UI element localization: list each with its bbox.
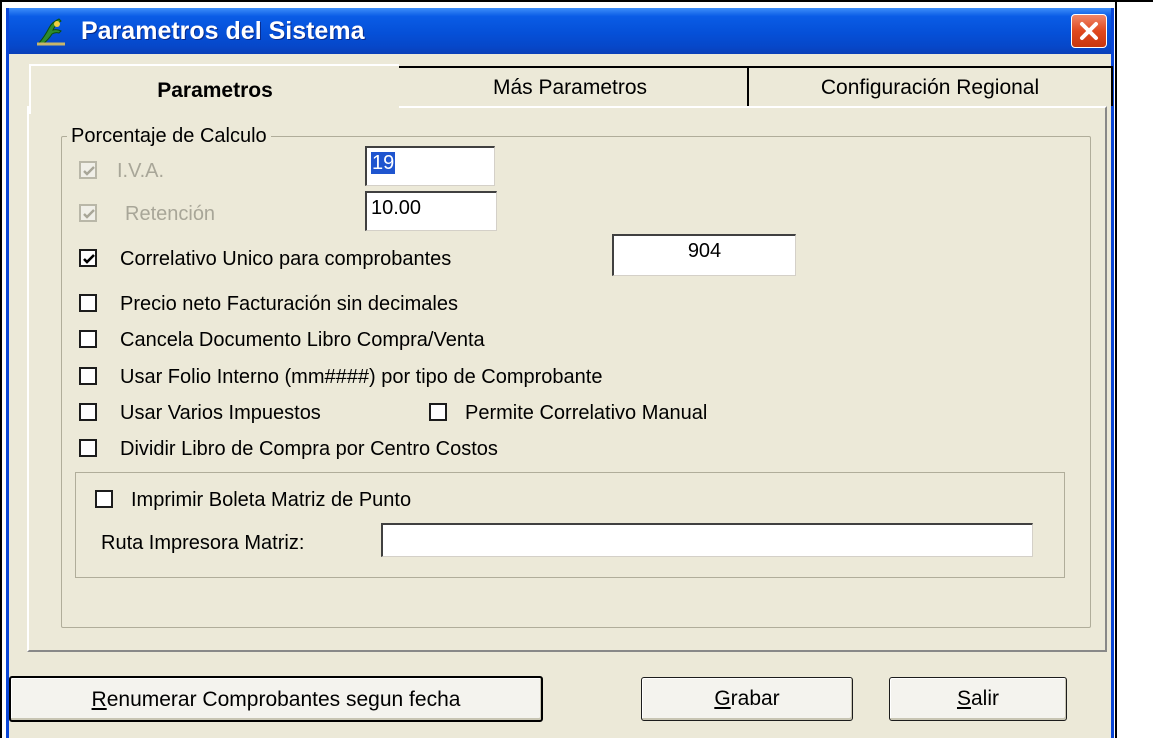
grabar-label: rabar	[730, 687, 780, 710]
correlativo-label: Correlativo Unico para comprobantes	[120, 248, 452, 270]
precio-neto-checkbox-row[interactable]: Precio neto Facturación sin decimales	[79, 291, 619, 317]
correlativo-checkbox-row[interactable]: Correlativo Unico para comprobantes	[79, 246, 599, 272]
close-button[interactable]	[1071, 14, 1107, 48]
dividir-libro-label: Dividir Libro de Compra por Centro Costo…	[120, 438, 498, 460]
retencion-checkbox[interactable]	[79, 204, 97, 222]
correlativo-value: 904	[687, 240, 722, 262]
cancela-documento-checkbox-row[interactable]: Cancela Documento Libro Compra/Venta	[79, 327, 639, 353]
correlativo-field[interactable]: 904	[612, 234, 796, 276]
salir-label: alir	[971, 687, 1000, 710]
retencion-field[interactable]: 10.00	[365, 191, 497, 231]
tab-label: Más Parametros	[492, 76, 648, 99]
precio-neto-label: Precio neto Facturación sin decimales	[120, 293, 458, 315]
varios-impuestos-checkbox-row[interactable]: Usar Varios Impuestos	[79, 400, 419, 426]
retencion-value: 10.00	[371, 197, 422, 219]
iva-label: I.V.A.	[117, 160, 165, 182]
retencion-label: Retención	[125, 203, 216, 225]
salir-button[interactable]: Salir	[889, 677, 1067, 721]
folio-interno-label: Usar Folio Interno (mm####) por tipo de …	[120, 366, 603, 388]
dividir-libro-checkbox-row[interactable]: Dividir Libro de Compra por Centro Costo…	[79, 436, 659, 462]
divider-line	[1115, 0, 1117, 738]
tab-configuracion-regional[interactable]: Configuración Regional	[747, 66, 1113, 106]
dividir-libro-checkbox[interactable]	[79, 439, 97, 457]
correlativo-manual-checkbox[interactable]	[429, 403, 447, 421]
renumerar-label: enumerar Comprobantes segun fecha	[106, 688, 461, 711]
cancela-documento-label: Cancela Documento Libro Compra/Venta	[120, 329, 485, 351]
tree-icon	[35, 16, 67, 46]
window-title: Parametros del Sistema	[81, 17, 365, 45]
iva-field[interactable]: 19	[365, 146, 495, 186]
check-icon	[83, 166, 95, 176]
folio-interno-checkbox[interactable]	[79, 367, 97, 385]
tab-label: Configuración Regional	[820, 76, 1040, 99]
correlativo-manual-checkbox-row[interactable]: Permite Correlativo Manual	[429, 400, 809, 426]
correlativo-checkbox[interactable]	[79, 249, 97, 267]
tab-label: Parametros	[157, 79, 273, 102]
iva-checkbox[interactable]	[79, 161, 97, 179]
folio-interno-checkbox-row[interactable]: Usar Folio Interno (mm####) por tipo de …	[79, 364, 799, 390]
imprimir-boleta-checkbox-row[interactable]: Imprimir Boleta Matriz de Punto	[95, 487, 555, 513]
renumerar-button[interactable]: Renumerar Comprobantes segun fecha	[9, 676, 543, 722]
dialog-window: Parametros del Sistema Más Parametros Co…	[6, 8, 1114, 738]
tab-parametros[interactable]: Parametros	[29, 64, 399, 114]
groupbox-legend: Porcentaje de Calculo	[67, 125, 271, 148]
title-bar[interactable]: Parametros del Sistema	[9, 8, 1111, 54]
check-icon	[83, 254, 95, 264]
renumerar-mnemonic: R	[91, 688, 107, 711]
iva-checkbox-row[interactable]: I.V.A.	[79, 158, 279, 184]
ruta-impresora-label: Ruta Impresora Matriz:	[101, 532, 305, 554]
imprimir-boleta-label: Imprimir Boleta Matriz de Punto	[131, 489, 412, 511]
check-icon	[83, 209, 95, 219]
close-icon	[1080, 22, 1098, 40]
imprimir-boleta-checkbox[interactable]	[95, 490, 113, 508]
grabar-mnemonic: G	[714, 687, 731, 710]
grabar-button[interactable]: Grabar	[641, 677, 853, 721]
correlativo-manual-label: Permite Correlativo Manual	[465, 402, 708, 424]
iva-value: 19	[371, 152, 396, 174]
salir-mnemonic: S	[956, 687, 971, 710]
precio-neto-checkbox[interactable]	[79, 294, 97, 312]
cancela-documento-checkbox[interactable]	[79, 330, 97, 348]
tab-mas-parametros[interactable]: Más Parametros	[389, 66, 751, 106]
varios-impuestos-checkbox[interactable]	[79, 403, 97, 421]
ruta-impresora-input[interactable]	[381, 523, 1033, 557]
varios-impuestos-label: Usar Varios Impuestos	[120, 402, 321, 424]
retencion-checkbox-row[interactable]: Retención	[79, 201, 299, 227]
